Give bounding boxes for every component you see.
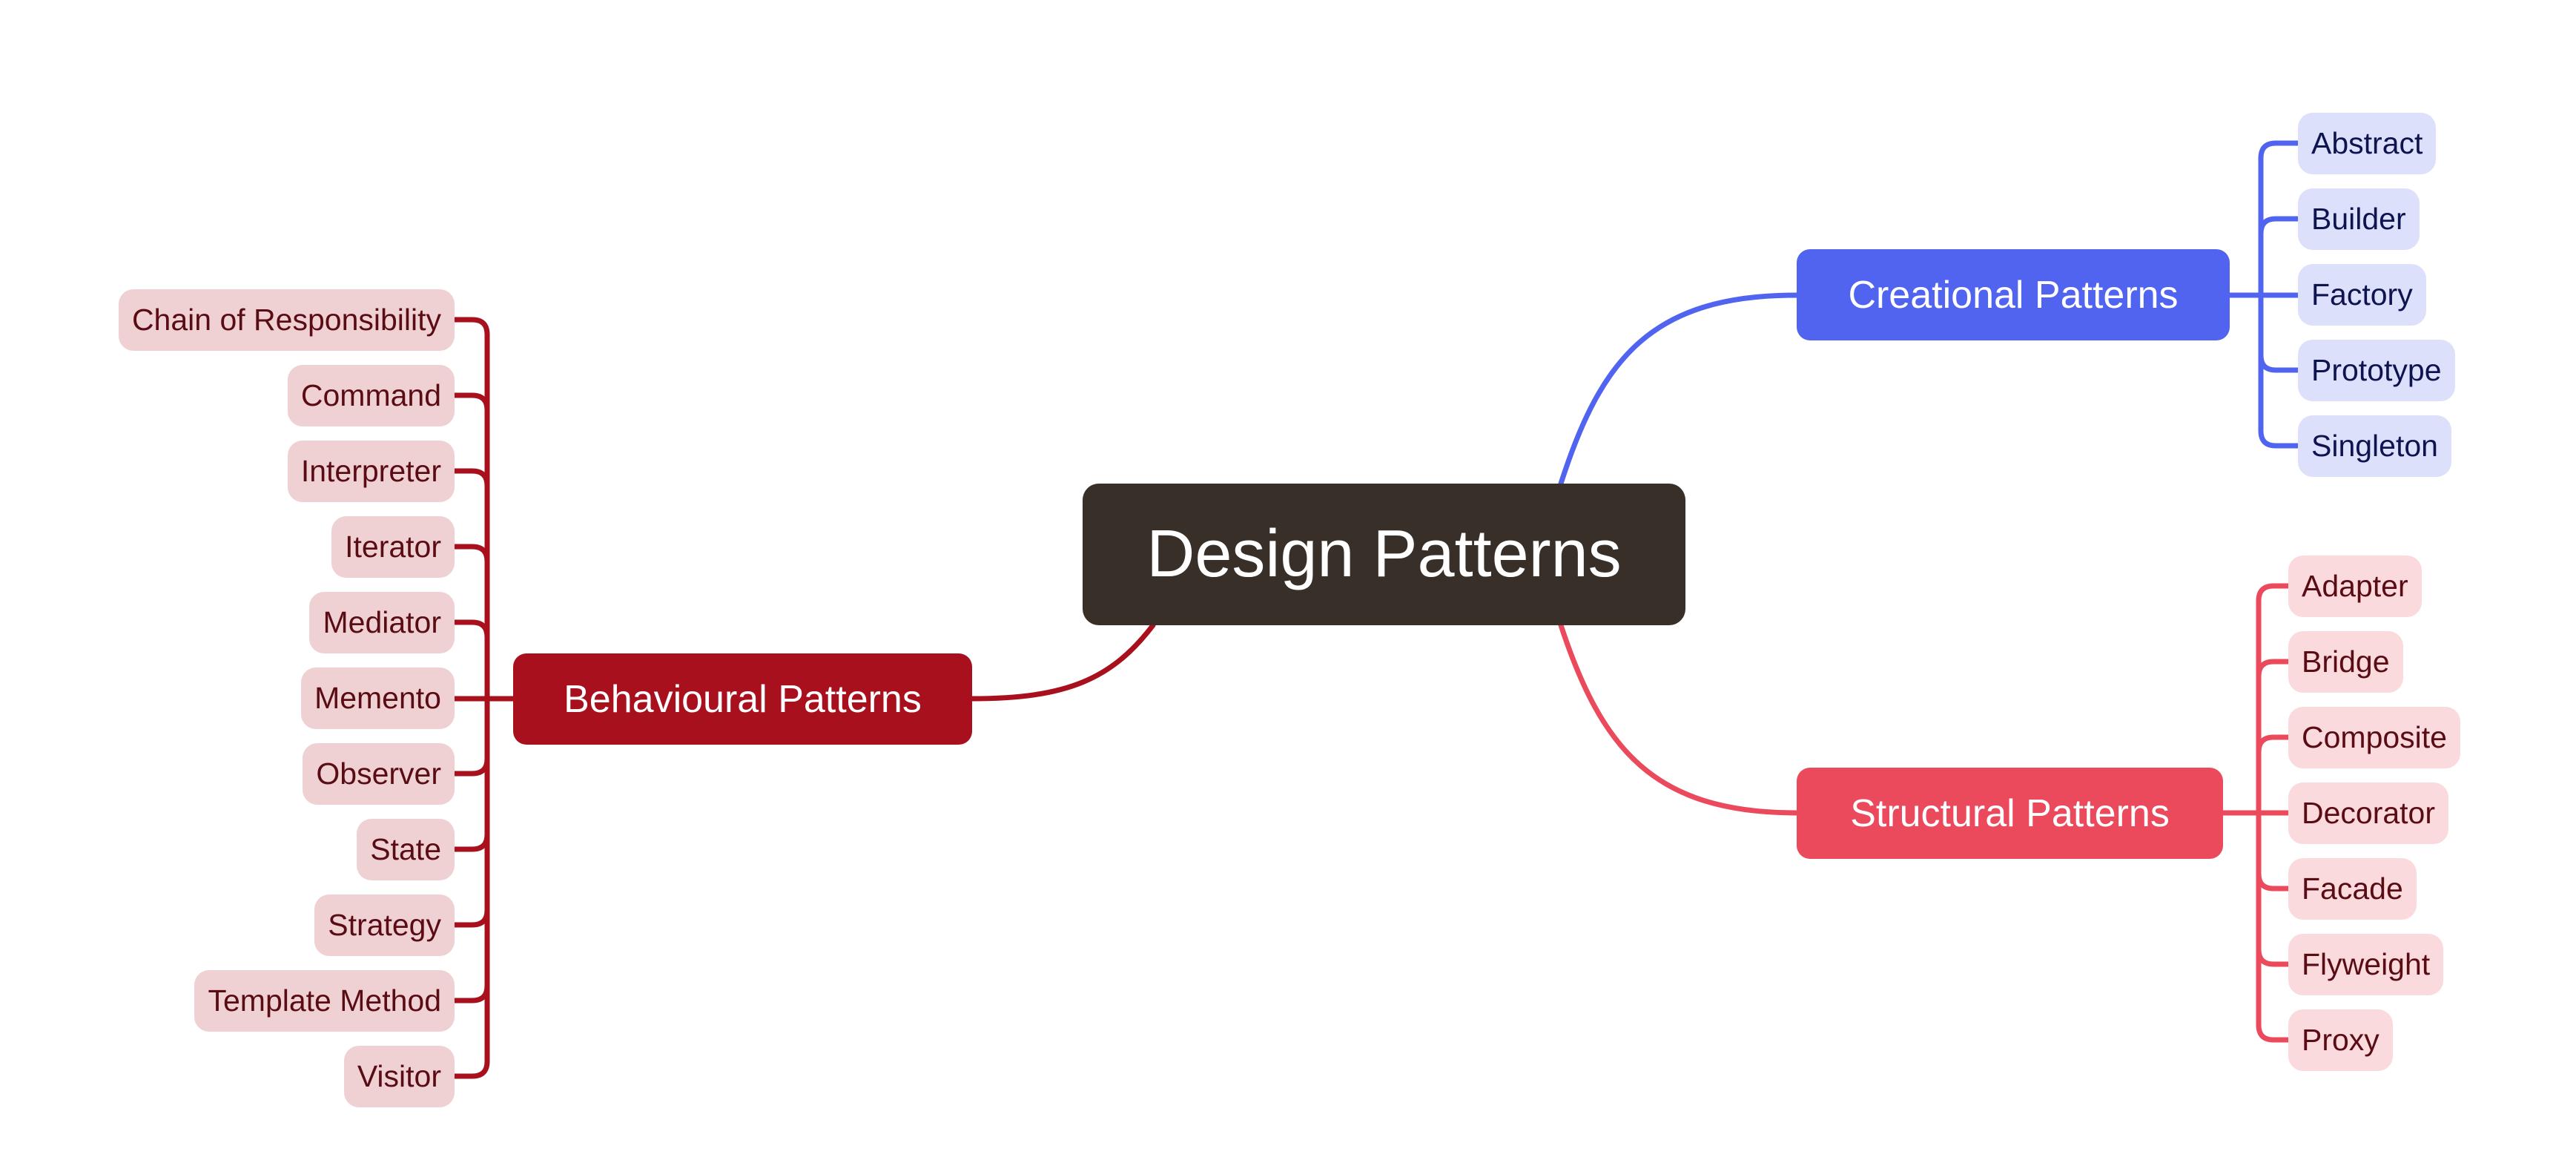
leaf-node-adapter[interactable]: Adapter (2288, 555, 2422, 617)
leaf-node-composite[interactable]: Composite (2288, 706, 2460, 768)
structural-connector-branch-5 (2256, 946, 2291, 967)
behavioural-connector-branch-6 (452, 756, 490, 777)
behavioural-connector-branch-9 (452, 983, 490, 1004)
leaf-node-template-method[interactable]: Template Method (194, 969, 455, 1032)
behavioural-connector-branch-7 (452, 831, 490, 852)
leaf-node-visitor[interactable]: Visitor (343, 1045, 455, 1107)
structural-connector-branch-4 (2256, 871, 2291, 892)
behavioural-connector-branch-4 (452, 619, 490, 640)
branch-node-behavioural[interactable]: Behavioural Patterns (513, 653, 972, 745)
leaf-node-iterator[interactable]: Iterator (331, 515, 455, 578)
behavioural-connector-branch-1 (452, 392, 490, 413)
creational-connector-branch-3 (2258, 352, 2301, 373)
structural-connector-branch-1 (2256, 659, 2291, 679)
root-to-structural-link (1558, 622, 1800, 816)
leaf-node-bridge[interactable]: Bridge (2288, 630, 2403, 693)
leaf-node-builder[interactable]: Builder (2298, 188, 2420, 250)
leaf-node-decorator[interactable]: Decorator (2288, 782, 2449, 844)
behavioural-connector-trunk (452, 317, 490, 1079)
leaf-node-factory[interactable]: Factory (2298, 263, 2426, 326)
root-to-behavioural-link (969, 622, 1156, 702)
behavioural-connector-branch-3 (452, 544, 490, 564)
leaf-node-proxy[interactable]: Proxy (2288, 1009, 2393, 1071)
leaf-node-mediator[interactable]: Mediator (309, 591, 455, 653)
leaf-node-state[interactable]: State (357, 818, 455, 880)
structural-connector-branch-2 (2256, 734, 2291, 755)
leaf-node-strategy[interactable]: Strategy (314, 894, 455, 956)
behavioural-connector-branch-2 (452, 468, 490, 489)
leaf-node-memento[interactable]: Memento (301, 667, 455, 729)
leaf-node-interpreter[interactable]: Interpreter (287, 440, 455, 502)
leaf-node-facade[interactable]: Facade (2288, 857, 2417, 920)
branch-node-structural[interactable]: Structural Patterns (1797, 768, 2223, 859)
root-to-creational-link (1558, 292, 1800, 487)
leaf-node-prototype[interactable]: Prototype (2298, 339, 2455, 401)
leaf-node-flyweight[interactable]: Flyweight (2288, 933, 2444, 995)
leaf-node-chain-of-responsibility[interactable]: Chain of Responsibility (118, 289, 455, 351)
creational-connector-branch-1 (2258, 216, 2301, 237)
branch-node-creational[interactable]: Creational Patterns (1797, 249, 2230, 340)
leaf-node-command[interactable]: Command (287, 364, 455, 426)
leaf-node-singleton[interactable]: Singleton (2298, 415, 2451, 477)
root-node-design-patterns[interactable]: Design Patterns (1083, 484, 1685, 625)
creational-connector-trunk (2258, 140, 2301, 449)
leaf-node-observer[interactable]: Observer (303, 742, 455, 805)
leaf-node-abstract[interactable]: Abstract (2298, 112, 2437, 174)
structural-connector-trunk (2256, 583, 2291, 1043)
behavioural-connector-branch-8 (452, 907, 490, 928)
